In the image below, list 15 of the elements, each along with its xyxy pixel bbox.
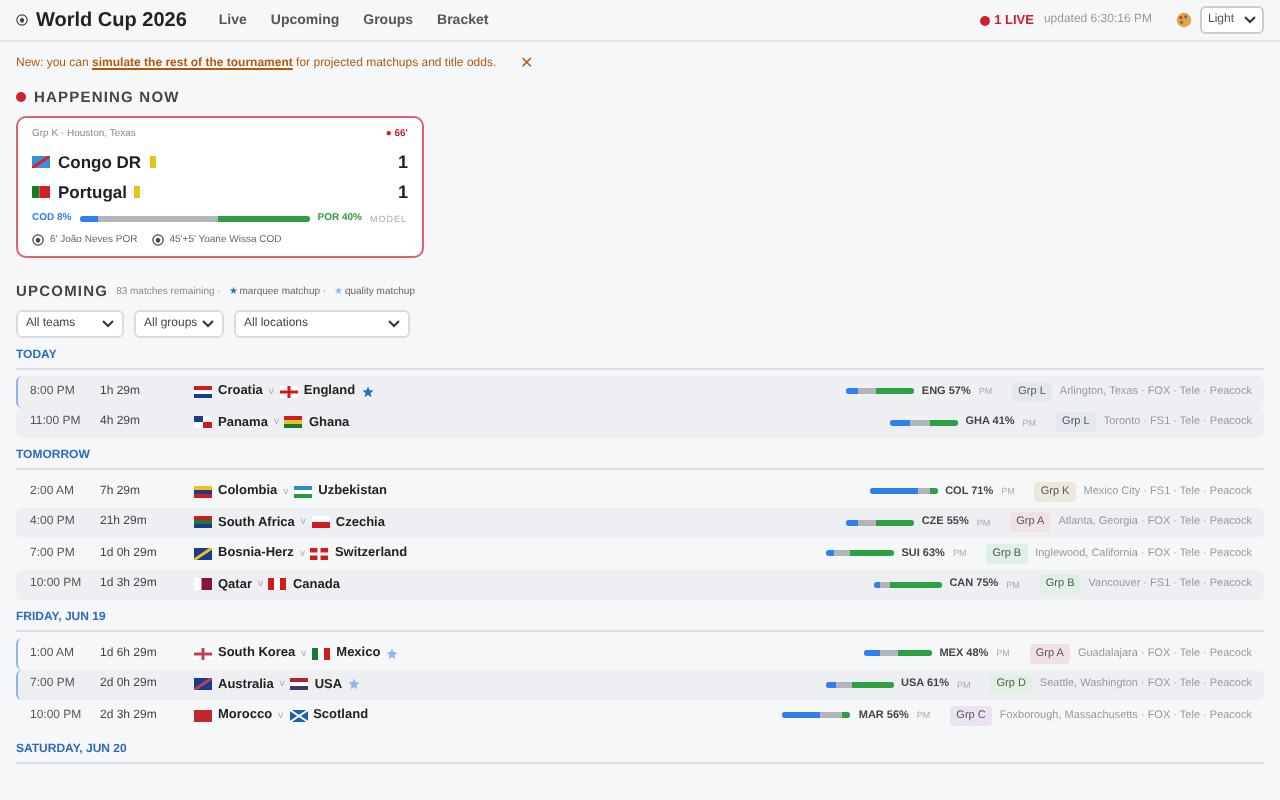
team-score: 1	[397, 182, 408, 202]
soccer-ball-icon	[16, 14, 28, 26]
caret-icon	[388, 320, 400, 328]
live-dot	[16, 92, 26, 102]
team-score: 1	[397, 152, 408, 172]
close-button[interactable]: ✕	[520, 54, 535, 72]
soccer-ball-icon	[32, 234, 44, 246]
team-name: Congo DR	[58, 152, 142, 172]
caret-icon	[202, 320, 214, 328]
team-name: Portugal	[58, 182, 127, 202]
app-title: World Cup 2026	[36, 9, 187, 31]
palette-icon[interactable]	[1175, 12, 1192, 28]
caret-icon	[1244, 16, 1256, 24]
soccer-ball-icon	[151, 234, 164, 246]
caret-icon	[102, 320, 114, 328]
